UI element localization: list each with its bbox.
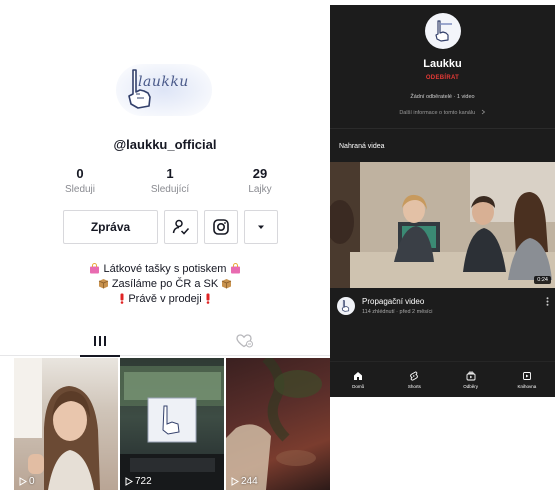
bio-text-3: Právě v prodeji: [128, 293, 202, 305]
bottom-nav: Domů Shorts Odběry Knihovna: [330, 361, 555, 397]
library-icon: [522, 371, 531, 380]
video-thumbnail[interactable]: 244: [226, 358, 330, 490]
logo-wordmark: laukku: [138, 74, 189, 90]
video-title: Propagační video: [362, 297, 425, 306]
channel-name: Laukku: [423, 58, 462, 70]
more-options-button[interactable]: [244, 210, 278, 244]
video-meta: 114 zhlédnutí · před 2 měsíci: [362, 309, 433, 315]
stat-likes[interactable]: 29 Lajky: [220, 166, 300, 195]
grid-icon: [94, 336, 106, 346]
view-count: 0: [19, 476, 35, 487]
message-button[interactable]: Zpráva: [63, 210, 158, 244]
laukku-logo: laukku: [116, 60, 212, 120]
nav-library-label: Knihovna: [517, 383, 537, 389]
profile-stats: 0 Sleduji 1 Sledující 29 Lajky: [40, 166, 300, 195]
follow-status-button[interactable]: [164, 210, 198, 244]
user-check-icon: [172, 219, 190, 235]
nav-shorts[interactable]: Shorts: [394, 371, 434, 389]
channel-more-info[interactable]: Další informace o tomto kanálu: [330, 109, 555, 116]
view-count-value: 722: [135, 476, 152, 487]
subscriptions-icon: [466, 371, 476, 380]
stat-following-value: 0: [76, 166, 84, 181]
view-count: 722: [125, 476, 152, 487]
thumbnail-girl-art: [14, 358, 100, 490]
play-icon: [125, 477, 133, 486]
channel-meta: Žádní odběratelé · 1 video: [410, 94, 475, 100]
stat-followers-value: 1: [166, 166, 174, 181]
tab-videos[interactable]: [80, 326, 120, 357]
stat-following-label: Sleduji: [64, 184, 96, 195]
shorts-icon: [410, 371, 419, 381]
play-icon: [231, 477, 239, 486]
youtube-channel: Laukku ODEBÍRAT Žádní odběratelé · 1 vid…: [330, 5, 555, 397]
video-info[interactable]: Propagační video 114 zhlédnutí · před 2 …: [330, 293, 555, 323]
video-channel-avatar: [337, 297, 355, 315]
bio-line-3: Právě v prodeji: [0, 292, 330, 307]
profile-handle: @laukku_official: [113, 137, 217, 152]
channel-avatar[interactable]: [425, 13, 461, 49]
video-thumbnail[interactable]: 722: [120, 358, 224, 490]
thumbnail-meeting-art: [330, 162, 555, 288]
exclamation-icon: [206, 293, 210, 304]
bio-text-2: Zasíláme po ČR a SK: [111, 278, 219, 290]
exclamation-icon: [120, 293, 124, 304]
video-menu-button[interactable]: [546, 297, 549, 308]
nav-home[interactable]: Domů: [338, 371, 378, 389]
thumbnail-laptop-art: [120, 366, 224, 490]
profile-bio: Látkové tašky s potiskem Zasíláme po ČR …: [0, 262, 330, 307]
subscribe-button[interactable]: ODEBÍRAT: [330, 75, 555, 81]
hidden-heart-icon: [236, 334, 253, 348]
hand-logo-icon: [341, 300, 350, 312]
tiktok-profile: laukku @laukku_official 0 Sleduji 1 Sled…: [0, 0, 330, 490]
nav-subscriptions[interactable]: Odběry: [451, 371, 491, 389]
nav-home-label: Domů: [352, 383, 365, 389]
nav-subscriptions-label: Odběry: [463, 383, 478, 389]
tab-liked[interactable]: [225, 326, 265, 356]
thumbnail-bag-art: [226, 358, 322, 490]
view-count-value: 0: [29, 476, 35, 487]
nav-shorts-label: Shorts: [407, 383, 421, 389]
instagram-icon: [213, 219, 229, 235]
stat-followers-label: Sledující: [150, 184, 190, 195]
profile-actions: Zpráva: [63, 210, 278, 244]
chevron-right-icon: [481, 109, 485, 115]
bio-line-2: Zasíláme po ČR a SK: [0, 277, 330, 292]
video-thumbnail[interactable]: 0:24: [330, 162, 555, 288]
screenshot-root: laukku @laukku_official 0 Sleduji 1 Sled…: [0, 0, 560, 490]
profile-avatar[interactable]: laukku: [112, 52, 216, 128]
nav-library[interactable]: Knihovna: [507, 371, 547, 389]
shopping-bag-icon: [230, 263, 240, 274]
stat-likes-label: Lajky: [248, 184, 272, 195]
instagram-button[interactable]: [204, 210, 238, 244]
stat-followers[interactable]: 1 Sledující: [130, 166, 210, 195]
bio-text-1: Látkové tašky s potiskem: [103, 263, 227, 275]
profile-tabs: [0, 326, 330, 357]
video-grid: 0 722 244: [14, 358, 330, 490]
view-count: 244: [231, 476, 258, 487]
package-icon: [98, 279, 108, 289]
bio-line-1: Látkové tašky s potiskem: [0, 262, 330, 277]
divider: [330, 128, 555, 129]
stat-following[interactable]: 0 Sleduji: [40, 166, 120, 195]
home-icon: [354, 371, 363, 380]
video-thumbnail[interactable]: 0: [14, 358, 118, 490]
video-duration: 0:24: [534, 276, 551, 284]
view-count-value: 244: [241, 476, 258, 487]
section-title: Nahraná videa: [339, 143, 385, 150]
caret-down-icon: [258, 225, 264, 229]
hand-logo-icon: [435, 20, 452, 42]
stat-likes-value: 29: [252, 166, 268, 181]
more-info-text: Další informace o tomto kanálu: [399, 110, 476, 116]
play-icon: [19, 477, 27, 486]
more-vertical-icon: [546, 297, 549, 306]
shopping-bag-icon: [90, 263, 100, 274]
package-icon: [222, 279, 232, 289]
